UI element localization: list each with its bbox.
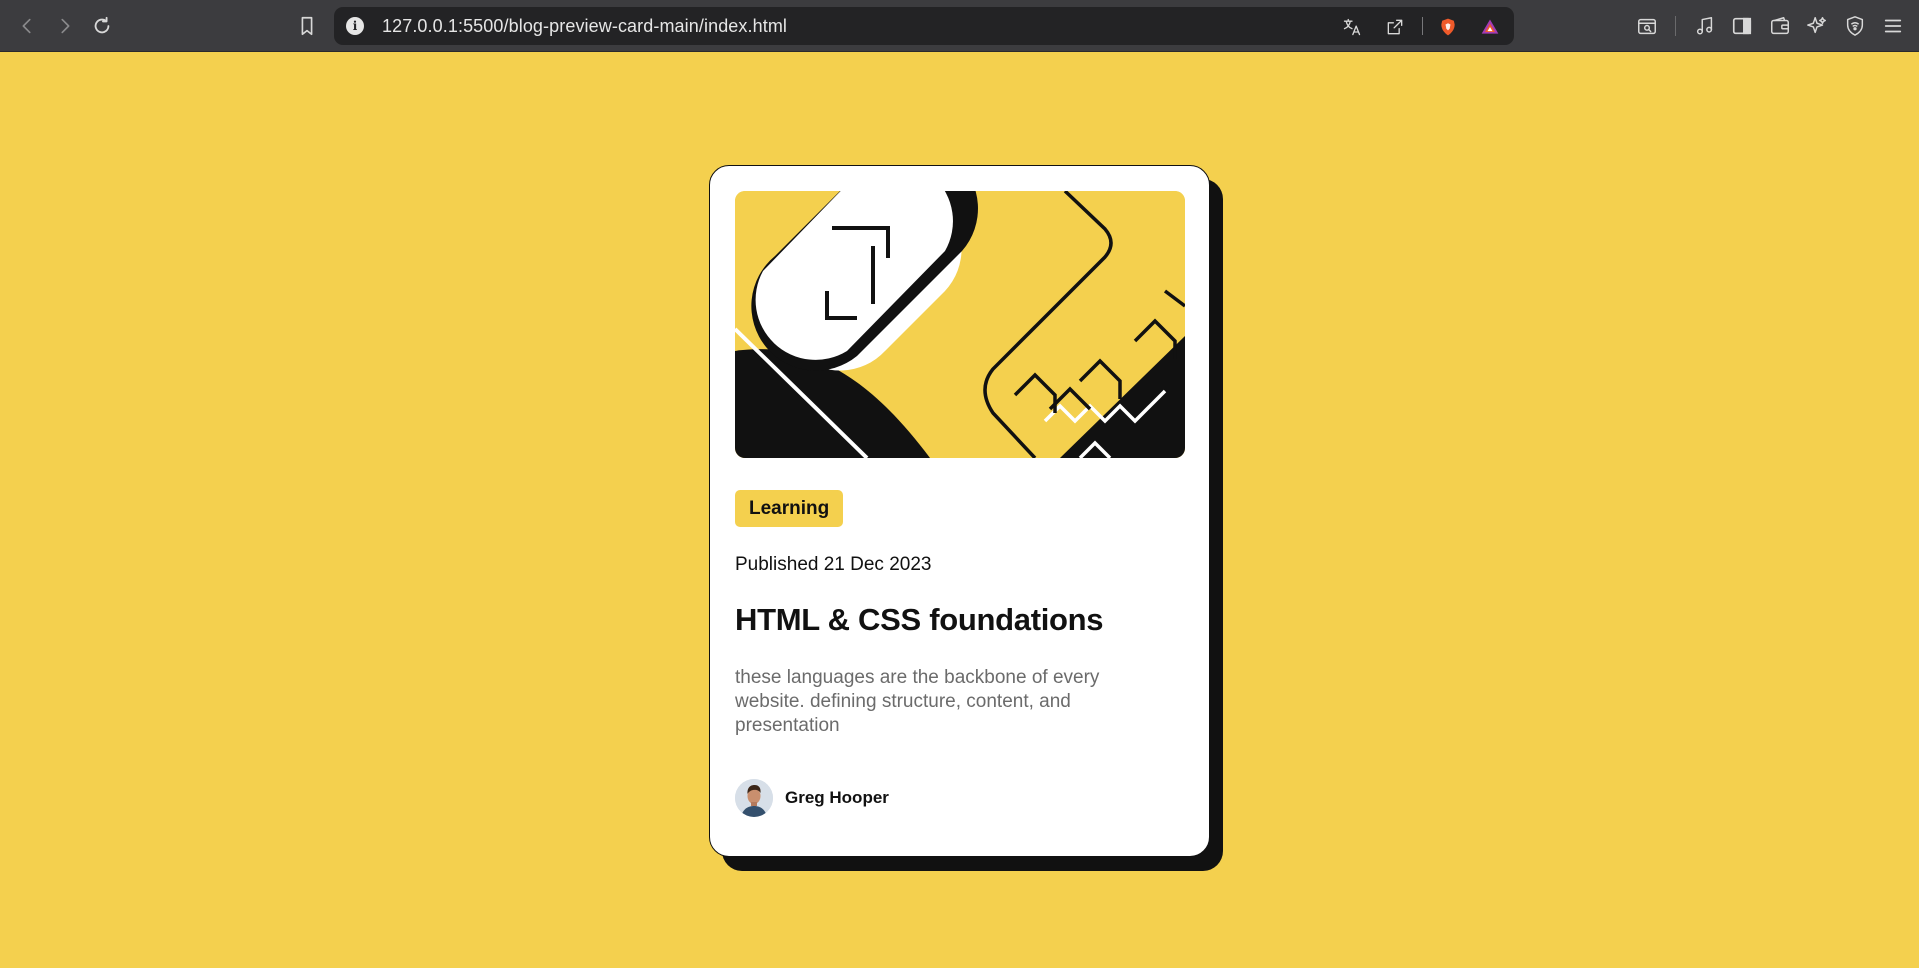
menu-icon[interactable] xyxy=(1880,13,1906,39)
url-text[interactable]: 127.0.0.1:5500/blog-preview-card-main/in… xyxy=(382,16,787,37)
bookmark-icon[interactable] xyxy=(294,13,320,39)
address-bar[interactable]: i 127.0.0.1:5500/blog-preview-card-main/… xyxy=(334,7,1514,45)
translate-icon[interactable] xyxy=(1340,15,1364,39)
card-description: these languages are the backbone of ever… xyxy=(735,667,1100,736)
address-separator xyxy=(1422,17,1423,35)
blog-preview-card: Learning Published 21 Dec 2023 HTML & CS… xyxy=(709,165,1210,857)
published-date: Published 21 Dec 2023 xyxy=(735,554,932,575)
card-title[interactable]: HTML & CSS foundations xyxy=(735,602,1104,638)
toolbar-separator xyxy=(1675,16,1676,36)
brave-rewards-icon[interactable] xyxy=(1478,15,1502,39)
brave-shields-icon[interactable] xyxy=(1436,15,1460,39)
sidebar-icon[interactable] xyxy=(1729,13,1755,39)
leo-ai-icon[interactable] xyxy=(1804,13,1830,39)
hero-illustration xyxy=(735,191,1185,458)
wallet-icon[interactable] xyxy=(1767,13,1793,39)
search-tabs-icon[interactable] xyxy=(1634,13,1660,39)
reload-icon[interactable] xyxy=(89,13,115,39)
category-tag: Learning xyxy=(735,490,844,527)
author-avatar xyxy=(735,779,773,817)
author: Greg Hooper xyxy=(735,779,889,817)
back-icon[interactable] xyxy=(14,13,40,39)
media-icon[interactable] xyxy=(1692,13,1718,39)
share-icon[interactable] xyxy=(1383,15,1407,39)
info-icon[interactable]: i xyxy=(346,17,364,35)
vpn-icon[interactable] xyxy=(1842,13,1868,39)
browser-toolbar: i 127.0.0.1:5500/blog-preview-card-main/… xyxy=(0,0,1919,52)
forward-icon[interactable] xyxy=(52,13,78,39)
author-name: Greg Hooper xyxy=(785,788,889,807)
